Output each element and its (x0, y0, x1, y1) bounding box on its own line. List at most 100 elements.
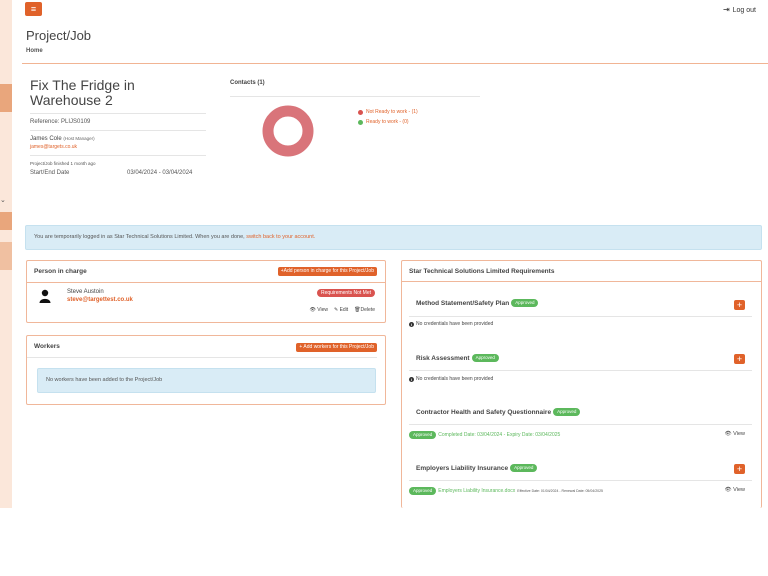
banner-text: You are temporarily logged in as Star Te… (34, 234, 245, 240)
legend-dot (358, 119, 363, 125)
impersonation-banner: You are temporarily logged in as Star Te… (25, 225, 762, 250)
approved-badge: Approved (510, 464, 538, 472)
edit-button[interactable]: ✎ Edit (334, 307, 348, 313)
donut-slice-not-ready[interactable] (262, 105, 314, 157)
requirement-note: i No credentials have been provided (409, 321, 493, 327)
requirement-name: Method Statement/Safety Plan (416, 299, 510, 307)
divider (30, 113, 206, 114)
detail-text: Completed Date: 03/04/2024 - Expiry Date… (438, 432, 561, 438)
dates-label: Start/End Date (30, 170, 70, 176)
chart-legend: Not Ready to work - (1) Ready to work - … (358, 109, 418, 129)
edit-icon: ✎ (333, 307, 339, 313)
view-label: View (733, 487, 745, 493)
person-row: Steve Austoin steve@targettest.co.uk Req… (27, 283, 385, 319)
document-link[interactable]: Employers Liability Insurance.docx (438, 488, 515, 494)
view-button[interactable]: 👁 View (725, 431, 745, 437)
divider (30, 130, 206, 131)
divider (409, 424, 752, 425)
requirement-detail: Approved Employers Liability Insurance.d… (409, 487, 603, 495)
add-workers-button[interactable]: + Add workers for this Project/Job (296, 343, 377, 352)
approved-badge: Approved (409, 431, 437, 439)
page-title: Project/Job (26, 28, 92, 43)
edit-label: Edit (339, 307, 349, 313)
project-summary: Fix The Fridge in Warehouse 2 Reference:… (30, 78, 206, 176)
sidebar-section[interactable] (0, 84, 12, 112)
panel-header: Person in charge +Add person in charge f… (27, 261, 385, 283)
legend-label: Ready to work - (0) (366, 119, 409, 125)
logout-link[interactable]: ⇥ Log out (723, 5, 756, 14)
legend-label: Not Ready to work - (1) (366, 109, 418, 115)
legend-dot (358, 109, 363, 115)
logout-icon: ⇥ (722, 5, 730, 14)
logout-label: Log out (732, 7, 756, 14)
note-text: No credentials have been provided (416, 376, 494, 382)
project-title: Fix The Fridge in Warehouse 2 (30, 77, 135, 108)
sidebar-section[interactable] (0, 242, 12, 270)
view-label: View (317, 307, 328, 313)
eye-icon: 👁 (724, 431, 732, 437)
requirement-note: i No credentials have been provided (409, 376, 493, 382)
sidebar-collapsed: ⌄ (0, 0, 12, 508)
legend-item-ready[interactable]: Ready to work - (0) (358, 119, 418, 125)
requirement-detail: Approved Completed Date: 03/04/2024 - Ex… (409, 431, 560, 439)
view-label: View (733, 431, 745, 437)
requirement-name: Contractor Health and Safety Questionnai… (416, 408, 552, 416)
panel-header: Star Technical Solutions Limited Require… (402, 261, 761, 282)
divider (230, 96, 480, 97)
requirement-title: Risk Assessment Approved (416, 354, 499, 362)
host-manager: James Cole (Host Manager) (30, 136, 206, 142)
switch-back-link[interactable]: switch back to your account. (246, 234, 315, 240)
hamburger-icon: ≡ (30, 4, 37, 14)
info-icon: i (409, 321, 414, 327)
workers-empty-alert: No workers have been added to the Projec… (37, 368, 376, 393)
divider (409, 480, 752, 481)
chevron-down-icon[interactable]: ⌄ (0, 196, 6, 204)
delete-button[interactable]: 🗑Delete (354, 307, 375, 313)
requirement-name: Risk Assessment (416, 354, 470, 362)
breadcrumb-home[interactable]: Home (26, 48, 43, 54)
eye-icon: 👁 (724, 487, 732, 493)
requirement-title: Contractor Health and Safety Questionnai… (416, 408, 581, 416)
user-icon (39, 289, 51, 303)
add-credential-button[interactable]: + (734, 464, 745, 474)
eye-icon: 👁 (309, 307, 316, 313)
sidebar-active-item[interactable] (0, 212, 12, 230)
divider (409, 316, 752, 317)
view-button[interactable]: 👁 View (725, 487, 745, 493)
requirement-title: Method Statement/Safety Plan Approved (416, 299, 539, 307)
host-manager-name: James Cole (30, 136, 62, 142)
app-window: ⌄ ≡ ⇥ Log out Project/Job Home Fix The Fr… (0, 0, 768, 508)
host-manager-role: (Host Manager) (63, 136, 95, 141)
contacts-widget: Contacts (1) Not Ready to work - (1) Rea… (230, 80, 480, 157)
status-badge: Requirements Not Met (316, 289, 375, 297)
approved-badge: Approved (409, 487, 437, 495)
contacts-donut-chart[interactable] (262, 105, 314, 157)
project-reference: Reference: PLIJS0109 (30, 119, 91, 125)
requirements-panel: Star Technical Solutions Limited Require… (401, 260, 762, 508)
panel-title: Person in charge (34, 268, 87, 275)
requirement-title: Employers Liability Insurance Approved (416, 464, 538, 472)
legend-item-not-ready[interactable]: Not Ready to work - (1) (358, 109, 418, 115)
menu-toggle-button[interactable]: ≡ (25, 2, 42, 16)
divider (409, 370, 752, 371)
approved-badge: Approved (471, 354, 499, 362)
panel-title: Star Technical Solutions Limited Require… (409, 268, 555, 275)
person-in-charge-panel: Person in charge +Add person in charge f… (26, 260, 386, 323)
approved-badge: Approved (511, 299, 539, 307)
panel-title: Workers (34, 343, 60, 350)
view-button[interactable]: 👁 View (309, 307, 328, 313)
add-credential-button[interactable]: + (734, 354, 745, 364)
requirement-name: Employers Liability Insurance (416, 464, 509, 472)
workers-panel: Workers + Add workers for this Project/J… (26, 335, 386, 405)
add-person-in-charge-button[interactable]: +Add person in charge for this Project/J… (277, 267, 377, 276)
person-actions: 👁 View ✎ Edit 🗑Delete (309, 307, 375, 313)
approved-badge: Approved (553, 408, 581, 416)
info-icon: i (409, 376, 414, 382)
project-dates: Start/End Date 03/04/2024 - 03/04/2024 (30, 170, 206, 176)
host-manager-email[interactable]: james@targets.co.uk (30, 144, 206, 150)
add-credential-button[interactable]: + (734, 300, 745, 310)
contacts-title: Contacts (1) (230, 80, 265, 86)
note-text: No credentials have been provided (416, 321, 494, 327)
person-email[interactable]: steve@targettest.co.uk (67, 297, 133, 303)
person-name: Steve Austoin (67, 289, 104, 295)
